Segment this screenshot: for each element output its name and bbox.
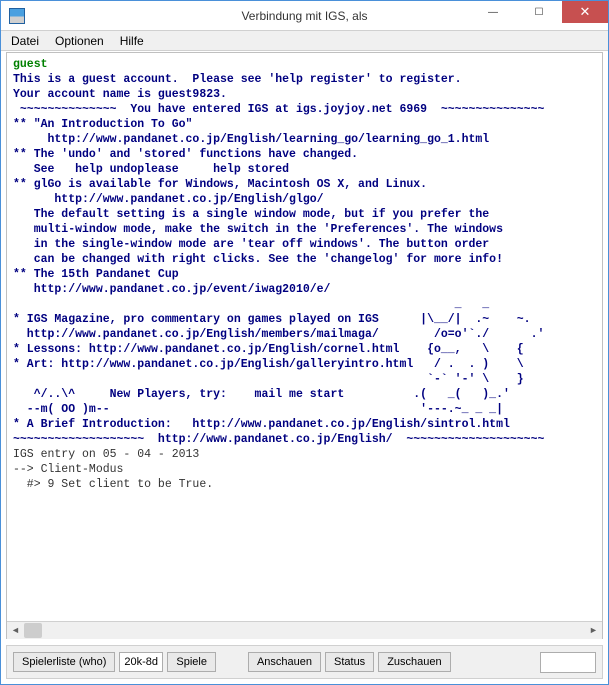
minimize-button[interactable]: —	[470, 1, 516, 23]
terminal-output: guest This is a guest account. Please se…	[7, 53, 602, 621]
games-button[interactable]: Spiele	[167, 652, 216, 672]
menu-options[interactable]: Optionen	[47, 32, 112, 50]
terminal-area: guest This is a guest account. Please se…	[6, 52, 603, 639]
close-button[interactable]: ✕	[562, 1, 608, 23]
menu-help[interactable]: Hilfe	[112, 32, 152, 50]
scroll-thumb[interactable]	[24, 623, 42, 638]
bottom-toolbar: Spielerliste (who) Spiele Anschauen Stat…	[6, 645, 603, 679]
app-icon	[9, 8, 25, 24]
window-controls: — ☐ ✕	[470, 1, 608, 23]
status-button[interactable]: Status	[325, 652, 374, 672]
maximize-button[interactable]: ☐	[516, 1, 562, 23]
guest-line: guest	[13, 58, 48, 71]
rank-input[interactable]	[119, 652, 163, 672]
players-button[interactable]: Spielerliste (who)	[13, 652, 115, 672]
right-input[interactable]	[540, 652, 596, 673]
titlebar: Verbindung mit IGS, als — ☐ ✕	[1, 1, 608, 31]
scroll-right-icon[interactable]: ►	[585, 622, 602, 639]
horizontal-scrollbar[interactable]: ◄ ►	[7, 621, 602, 638]
scroll-track[interactable]	[24, 622, 585, 639]
watch-button[interactable]: Zuschauen	[378, 652, 450, 672]
menu-file[interactable]: Datei	[3, 32, 47, 50]
menubar: Datei Optionen Hilfe	[1, 31, 608, 51]
observe-button[interactable]: Anschauen	[248, 652, 321, 672]
scroll-left-icon[interactable]: ◄	[7, 622, 24, 639]
